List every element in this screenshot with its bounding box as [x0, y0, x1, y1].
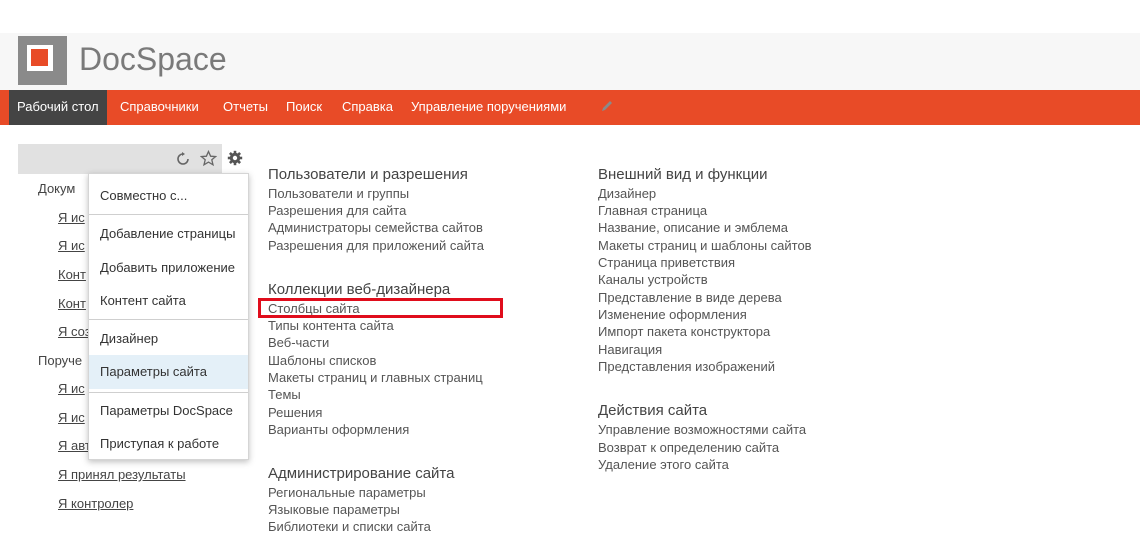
menu-item-site-settings[interactable]: Параметры сайта [89, 355, 248, 389]
link-import-design-package[interactable]: Импорт пакета конструктора [598, 324, 770, 339]
tree-item[interactable]: Конт [58, 267, 86, 282]
link-web-parts[interactable]: Веб-части [268, 335, 329, 350]
menu-item-designer[interactable]: Дизайнер [89, 322, 248, 356]
link-themes[interactable]: Темы [268, 387, 301, 402]
link-users-groups[interactable]: Пользователи и группы [268, 186, 409, 201]
menu-item-docspace-settings[interactable]: Параметры DocSpace [89, 394, 248, 428]
link-solutions[interactable]: Решения [268, 405, 322, 420]
top-navigation: Рабочий стол Справочники Отчеты Поиск Сп… [0, 90, 1140, 125]
link-regional-settings[interactable]: Региональные параметры [268, 485, 426, 500]
tree-item[interactable]: Я ис [58, 381, 85, 396]
tree-group-documents[interactable]: Докум [38, 181, 75, 196]
link-reset-site-definition[interactable]: Возврат к определению сайта [598, 440, 779, 455]
tree-item[interactable]: Я соз [58, 324, 91, 339]
link-navigation[interactable]: Навигация [598, 342, 662, 357]
menu-item-site-content[interactable]: Контент сайта [89, 284, 248, 318]
link-title-description-logo[interactable]: Название, описание и эмблема [598, 220, 788, 235]
tree-item[interactable]: Конт [58, 296, 86, 311]
nav-item-assignments[interactable]: Управление поручениями [411, 90, 566, 125]
link-page-site-templates[interactable]: Макеты страниц и шаблоны сайтов [598, 238, 812, 253]
nav-item-search[interactable]: Поиск [286, 90, 322, 125]
section-title-site-actions: Действия сайта [598, 402, 708, 419]
highlight-box [258, 298, 503, 318]
sync-icon[interactable] [175, 151, 191, 167]
link-content-types[interactable]: Типы контента сайта [268, 318, 394, 333]
section-title-site-admin: Администрирование сайта [268, 465, 455, 482]
brand-name[interactable]: DocSpace [79, 41, 227, 78]
section-title-users-permissions: Пользователи и разрешения [268, 166, 468, 183]
tree-item-controller[interactable]: Я контролер [58, 496, 133, 511]
link-libraries-lists[interactable]: Библиотеки и списки сайта [268, 519, 431, 534]
menu-item-add-page[interactable]: Добавление страницы [89, 217, 248, 251]
menu-item-getting-started[interactable]: Приступая к работе [89, 427, 248, 461]
menu-item-shared-with[interactable]: Совместно с... [89, 179, 248, 213]
link-image-renditions[interactable]: Представления изображений [598, 359, 775, 374]
pencil-icon[interactable] [600, 99, 614, 113]
link-designer[interactable]: Дизайнер [598, 186, 656, 201]
link-change-look[interactable]: Изменение оформления [598, 307, 747, 322]
app-header: DocSpace [0, 33, 1140, 90]
tree-item[interactable]: Я авт [58, 438, 91, 453]
menu-divider [89, 392, 248, 393]
link-home-page[interactable]: Главная страница [598, 203, 707, 218]
tree-item-accepted-results[interactable]: Я принял результаты [58, 467, 186, 482]
link-delete-site[interactable]: Удаление этого сайта [598, 457, 729, 472]
link-site-permissions[interactable]: Разрешения для сайта [268, 203, 406, 218]
link-device-channels[interactable]: Каналы устройств [598, 272, 708, 287]
nav-item-directories[interactable]: Справочники [120, 90, 199, 125]
section-title-web-designer: Коллекции веб-дизайнера [268, 281, 451, 298]
link-welcome-page[interactable]: Страница приветствия [598, 255, 735, 270]
nav-item-reports[interactable]: Отчеты [223, 90, 268, 125]
tree-group-assignments[interactable]: Поруче [38, 353, 82, 368]
tree-item[interactable]: Я ис [58, 238, 85, 253]
menu-item-add-app[interactable]: Добавить приложение [89, 251, 248, 285]
link-language-settings[interactable]: Языковые параметры [268, 502, 400, 517]
menu-divider [89, 319, 248, 320]
link-list-templates[interactable]: Шаблоны списков [268, 353, 376, 368]
menu-divider [89, 214, 248, 215]
link-page-layouts[interactable]: Макеты страниц и главных страниц [268, 370, 483, 385]
docspace-logo-icon[interactable] [18, 36, 67, 85]
gear-icon[interactable] [227, 150, 243, 166]
nav-item-help[interactable]: Справка [342, 90, 393, 125]
link-tree-view[interactable]: Представление в виде дерева [598, 290, 782, 305]
star-icon[interactable] [200, 150, 217, 167]
search-bar[interactable] [18, 144, 222, 174]
section-title-look-feel: Внешний вид и функции [598, 166, 768, 183]
tree-item[interactable]: Я ис [58, 210, 85, 225]
settings-menu: Совместно с... Добавление страницы Добав… [88, 173, 249, 460]
link-manage-features[interactable]: Управление возможностями сайта [598, 422, 806, 437]
tree-item[interactable]: Я ис [58, 410, 85, 425]
link-composed-looks[interactable]: Варианты оформления [268, 422, 409, 437]
link-collection-admins[interactable]: Администраторы семейства сайтов [268, 220, 483, 235]
nav-item-desktop[interactable]: Рабочий стол [9, 90, 107, 125]
link-app-permissions[interactable]: Разрешения для приложений сайта [268, 238, 484, 253]
